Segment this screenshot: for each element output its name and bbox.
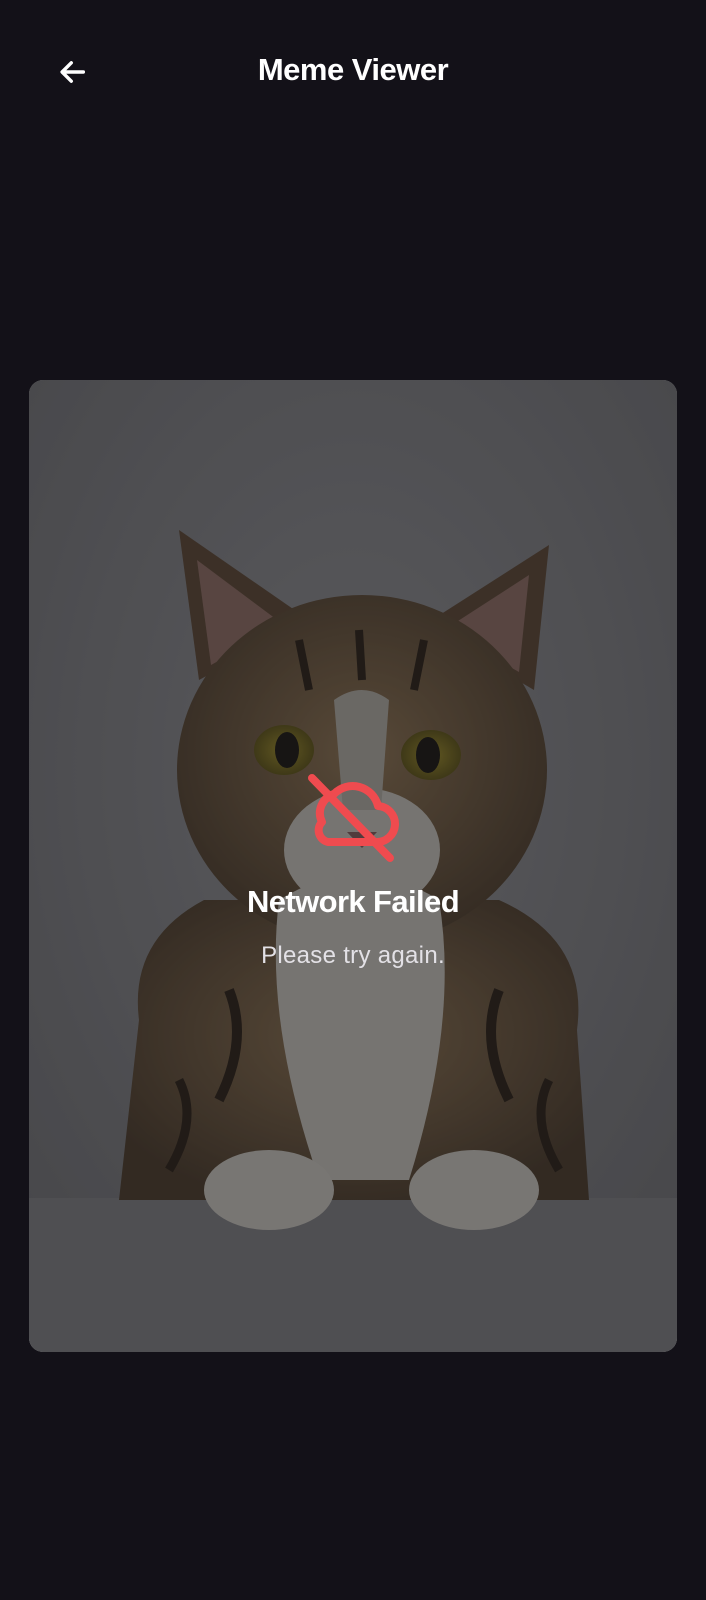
meme-viewer-screen: Meme Viewer Network Failed Please try ag…: [0, 0, 706, 1600]
app-header: Meme Viewer: [0, 0, 706, 144]
error-message: Please try again.: [261, 942, 445, 969]
meme-image-card[interactable]: Network Failed Please try again.: [29, 380, 677, 1352]
error-state: Network Failed Please try again.: [29, 768, 677, 970]
error-title: Network Failed: [246, 884, 460, 919]
cloud-off-icon: [308, 774, 400, 862]
page-title: Meme Viewer: [257, 52, 449, 87]
